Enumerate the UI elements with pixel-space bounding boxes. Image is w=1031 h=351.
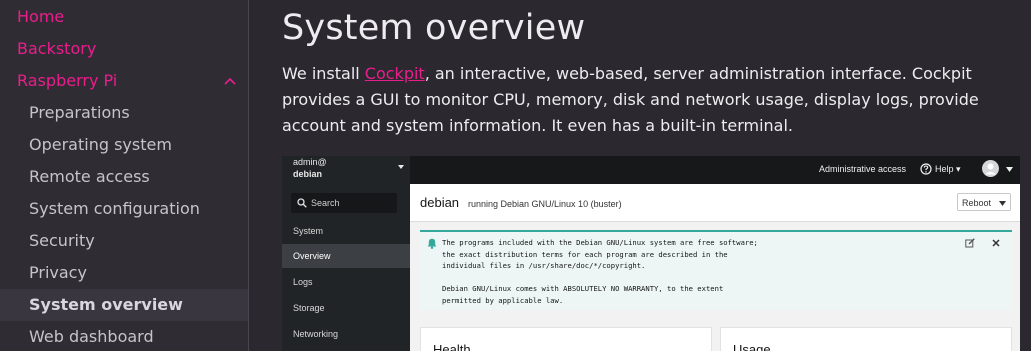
cockpit-host: debian — [293, 169, 323, 179]
caret-down-icon — [999, 201, 1006, 206]
cockpit-nav-storage: Storage — [293, 303, 325, 313]
sidebar-item-label: Home — [17, 7, 65, 26]
sidebar-item-privacy[interactable]: Privacy — [0, 257, 248, 289]
sidebar-item-raspberry-pi[interactable]: Raspberry Pi — [0, 65, 248, 97]
intro-paragraph: We install Cockpit, an interactive, web-… — [282, 61, 1020, 139]
cockpit-header-host: debian — [420, 195, 460, 210]
administrative-access: Administrative access — [819, 164, 907, 174]
sidebar-item-security[interactable]: Security — [0, 225, 248, 257]
cockpit-user-menu: admin@ debian — [293, 156, 327, 180]
cockpit-screenshot: admin@ debian Search System Overview Log… — [282, 156, 1020, 351]
cockpit-nav-overview: Overview — [282, 244, 410, 268]
sidebar-item-backstory[interactable]: Backstory — [0, 33, 248, 65]
chevron-up-icon[interactable] — [224, 65, 236, 97]
search-placeholder: Search — [311, 198, 340, 208]
sidebar-item-label: Remote access — [29, 167, 150, 186]
page: Home Backstory Raspberry Pi Preparations… — [0, 0, 1031, 351]
cockpit-page-header: debian running Debian GNU/Linux 10 (bust… — [410, 184, 1020, 222]
sidebar-item-label: Privacy — [29, 263, 87, 282]
caret-down-icon — [398, 165, 404, 169]
help-menu: Help ▾ — [935, 164, 961, 174]
page-title: System overview — [282, 8, 586, 48]
help-label: Help — [935, 164, 954, 174]
sidebar-item-operating-system[interactable]: Operating system — [0, 129, 248, 161]
cockpit-link[interactable]: Cockpit — [365, 64, 425, 83]
cockpit-nav-system: System — [293, 226, 324, 236]
sidebar-item-home[interactable]: Home — [0, 1, 248, 33]
health-card: Health — [420, 327, 712, 351]
sidebar-item-preparations[interactable]: Preparations — [0, 97, 248, 129]
cockpit-sidebar: admin@ debian Search System Overview Log… — [282, 156, 410, 351]
reboot-dropdown: Reboot — [957, 193, 1011, 211]
cockpit-nav-logs: Logs — [293, 277, 313, 287]
usage-card: Usage — [720, 327, 1012, 351]
bell-icon — [427, 238, 437, 249]
main-content: System overview We install Cockpit, an i… — [282, 0, 1031, 351]
sidebar-item-label: Raspberry Pi — [17, 71, 118, 90]
search-icon — [297, 198, 307, 208]
cockpit-topbar: Administrative access Help ▾ — [410, 156, 1020, 184]
avatar-icon — [982, 160, 999, 177]
reboot-label: Reboot — [962, 198, 992, 208]
sidebar-item-label: Security — [29, 231, 95, 250]
sidebar-item-label: Preparations — [29, 103, 130, 122]
sidebar-item-label: Backstory — [17, 39, 97, 58]
sidebar-item-system-configuration[interactable]: System configuration — [0, 193, 248, 225]
cockpit-os-info: running Debian GNU/Linux 10 (buster) — [468, 199, 622, 209]
motd-alert: The programs included with the Debian GN… — [420, 230, 1012, 310]
caret-down-icon — [1006, 167, 1013, 172]
help-icon — [920, 163, 932, 175]
card-title: Health — [433, 342, 471, 351]
card-title: Usage — [733, 342, 771, 351]
edit-icon — [965, 238, 975, 248]
cockpit-user: admin@ — [293, 157, 327, 167]
sidebar-item-label: Web dashboard — [29, 327, 154, 346]
sidebar-item-remote-access[interactable]: Remote access — [0, 161, 248, 193]
cockpit-search: Search — [291, 193, 397, 213]
cockpit-body: debian running Debian GNU/Linux 10 (bust… — [410, 184, 1020, 351]
close-icon — [992, 239, 1000, 247]
paragraph-text: We install — [282, 64, 365, 83]
sidebar-nav: Home Backstory Raspberry Pi Preparations… — [0, 0, 249, 351]
sidebar-item-label: System configuration — [29, 199, 200, 218]
sidebar-item-web-dashboard[interactable]: Web dashboard — [0, 321, 248, 351]
sidebar-item-system-overview[interactable]: System overview — [0, 289, 248, 321]
sidebar-item-label: System overview — [29, 295, 183, 314]
motd-text: The programs included with the Debian GN… — [442, 238, 758, 305]
sidebar-item-label: Operating system — [29, 135, 172, 154]
cockpit-nav-networking: Networking — [293, 329, 339, 339]
